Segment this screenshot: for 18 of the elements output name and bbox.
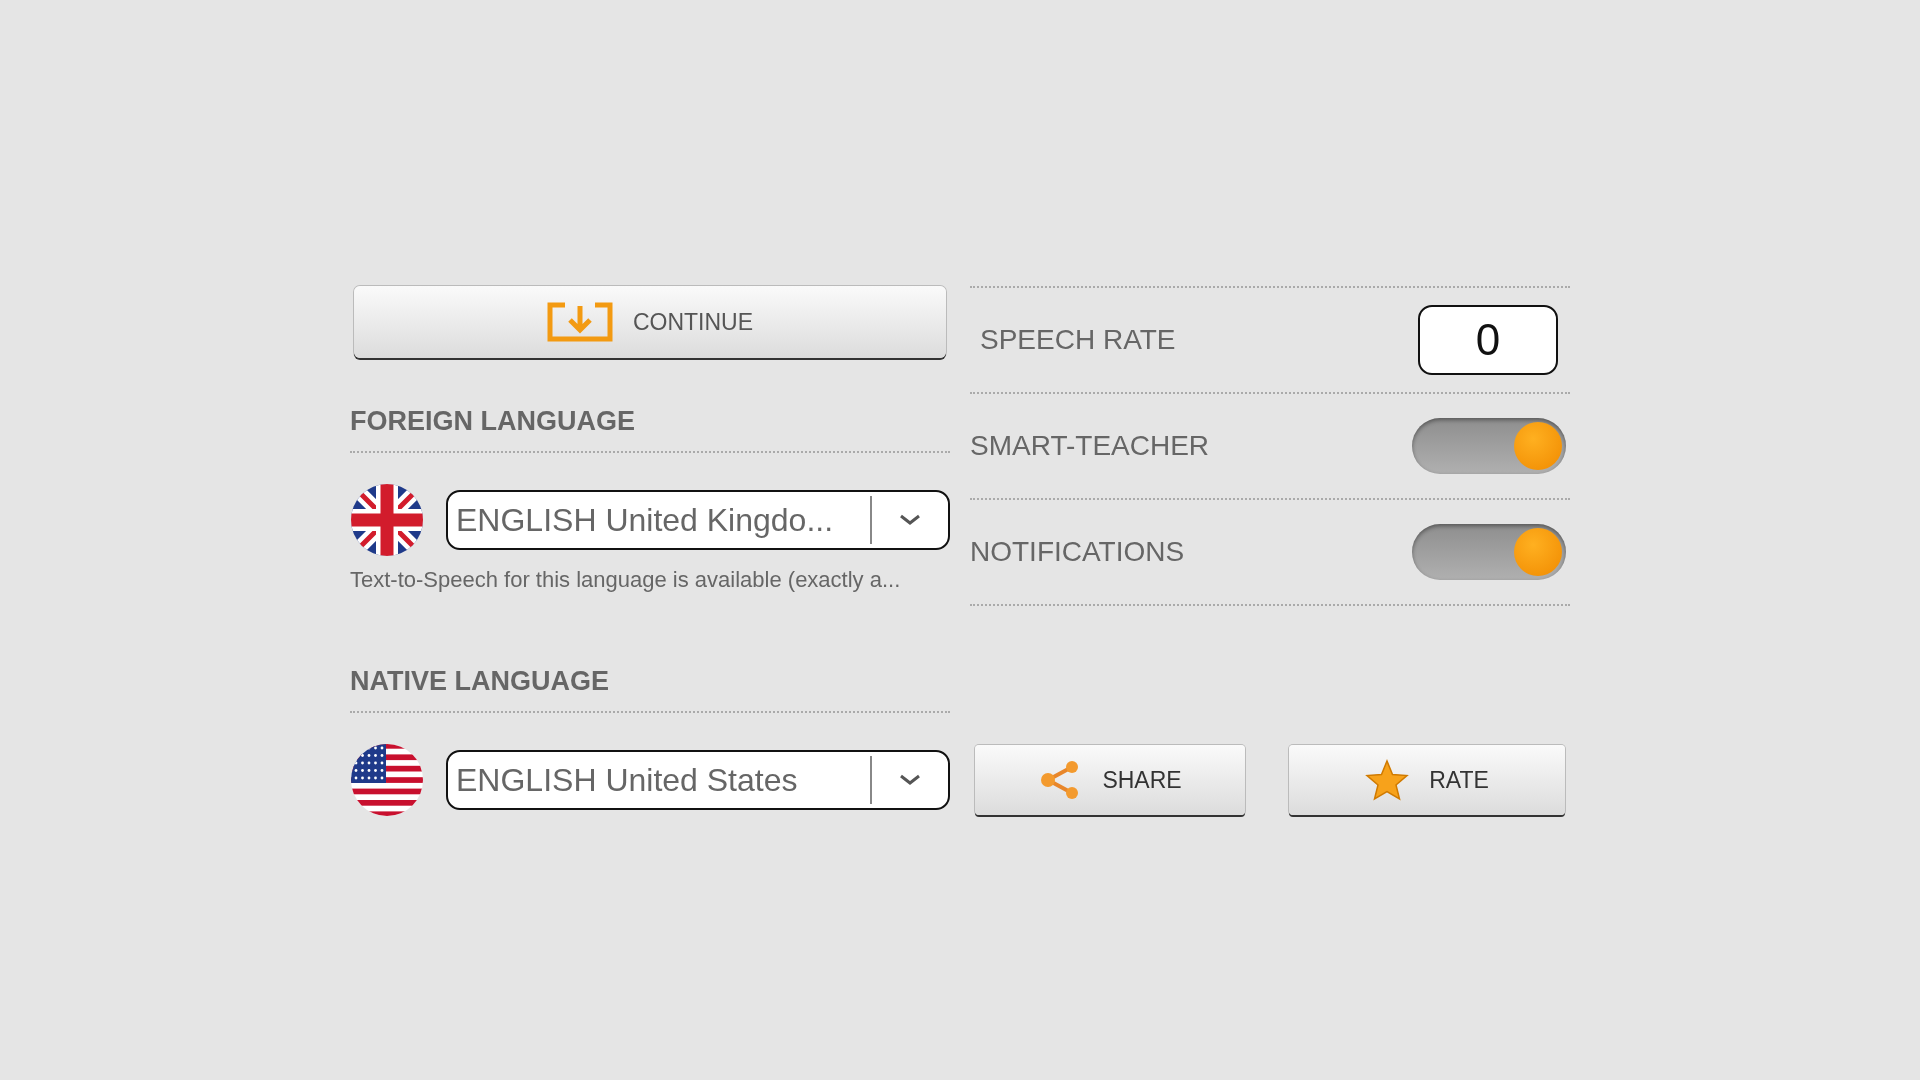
chevron-down-icon (899, 774, 921, 786)
toggle-switch[interactable] (1412, 524, 1566, 580)
tts-note: Text-to-Speech for this language is available (exactly a... (350, 567, 902, 593)
share-button[interactable]: SHARE (975, 745, 1245, 815)
number-field[interactable]: 0 (1418, 305, 1558, 375)
continue-button[interactable]: CONTINUE (354, 286, 946, 358)
chevron-down-icon (899, 514, 921, 526)
rate-button[interactable]: RATE (1289, 745, 1565, 815)
section-heading: NATIVE LANGUAGE (350, 666, 950, 713)
star-icon (1365, 759, 1410, 801)
language-dropdown[interactable]: ENGLISH United Kingdo... (446, 490, 950, 550)
setting-label: SPEECH RATE (979, 324, 1176, 356)
toggle-switch[interactable] (1412, 418, 1566, 474)
section-heading: FOREIGN LANGUAGE (350, 406, 950, 453)
setting-label: SMART-TEACHER (970, 430, 1210, 462)
setting-label: NOTIFICATIONS (970, 536, 1185, 568)
language-dropdown[interactable]: ENGLISH United States (446, 750, 950, 810)
download-icon (546, 302, 613, 342)
